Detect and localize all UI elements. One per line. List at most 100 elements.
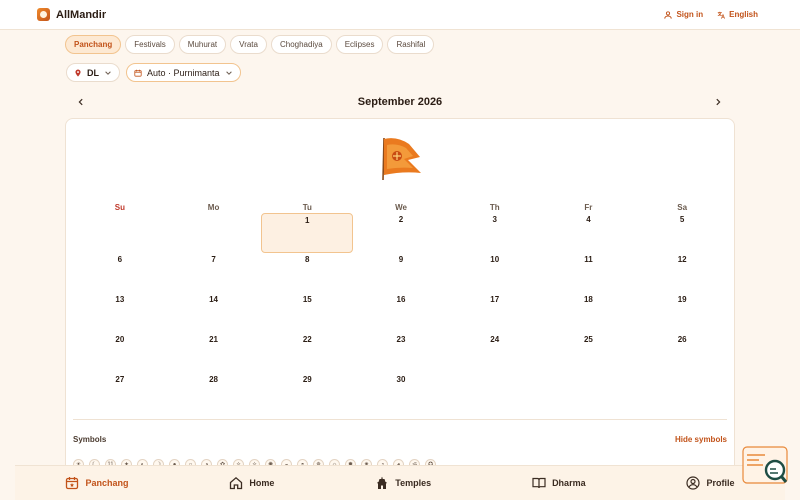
- day-number: 16: [396, 295, 406, 304]
- weekday-label: We: [395, 203, 407, 212]
- day-cell[interactable]: 13: [73, 293, 167, 333]
- day-cell[interactable]: 17: [448, 293, 542, 333]
- brand[interactable]: AllMandir: [37, 8, 106, 21]
- day-number: 11: [584, 255, 593, 264]
- day-cell[interactable]: 9: [354, 253, 448, 293]
- symbols-label: Symbols: [73, 435, 107, 444]
- day-cell[interactable]: 3: [448, 213, 542, 253]
- tab-festivals[interactable]: Festivals: [125, 35, 175, 54]
- profile-icon: [686, 476, 701, 490]
- day-number: 19: [677, 295, 687, 304]
- day-cell[interactable]: 14: [167, 293, 261, 333]
- nav-dharma[interactable]: Dharma: [532, 476, 586, 490]
- chevron-down-icon: [105, 70, 111, 75]
- tab-eclipses[interactable]: Eclipses: [335, 35, 384, 54]
- day-cell[interactable]: 21: [167, 333, 261, 373]
- calendar-grid: 1 2 3 4 5 6 7 8 9 10 11 12 13 14 15 16 17 18 19 20 21 22 23 24 2…: [73, 213, 729, 413]
- day-cell[interactable]: 11: [542, 253, 636, 293]
- translate-icon: [717, 11, 726, 19]
- day-number: 30: [396, 375, 406, 384]
- weekday-label: Su: [114, 203, 125, 212]
- signin-label: Sign in: [676, 10, 704, 19]
- hide-symbols-button[interactable]: Hide symbols: [675, 435, 727, 444]
- location-select[interactable]: DL: [66, 63, 120, 82]
- calendar-star-icon: [66, 477, 79, 490]
- user-icon: [664, 10, 673, 19]
- day-cell[interactable]: 15: [260, 293, 354, 333]
- day-cell[interactable]: 7: [167, 253, 261, 293]
- day-cell[interactable]: 29: [260, 373, 354, 413]
- bottom-nav: Panchang Home Temples Dharma Profile: [15, 465, 785, 500]
- saffron-flag-icon: [379, 135, 425, 183]
- day-cell[interactable]: 28: [167, 373, 261, 413]
- day-number: 26: [677, 335, 687, 344]
- day-number: 12: [677, 255, 687, 264]
- day-number: 17: [490, 295, 500, 304]
- day-cell[interactable]: 30: [354, 373, 448, 413]
- search-help-icon: [742, 446, 788, 484]
- divider: [73, 419, 727, 420]
- day-cell[interactable]: 23: [354, 333, 448, 373]
- tab-panchang[interactable]: Panchang: [65, 35, 122, 54]
- day-cell[interactable]: 27: [73, 373, 167, 413]
- day-number: 28: [209, 375, 219, 384]
- calendar-mode-value: Auto · Purnimanta: [147, 67, 220, 78]
- day-number: 6: [117, 255, 123, 264]
- nav-temples[interactable]: Temples: [375, 476, 431, 490]
- day-number: 27: [115, 375, 125, 384]
- tab-vrata[interactable]: Vrata: [230, 35, 267, 54]
- day-cell[interactable]: 18: [542, 293, 636, 333]
- day-cell[interactable]: 8: [260, 253, 354, 293]
- language-label: English: [729, 10, 758, 19]
- location-value: DL: [87, 67, 99, 78]
- map-pin-icon: [75, 68, 81, 77]
- day-number: 29: [302, 375, 312, 384]
- day-cell[interactable]: 19: [635, 293, 729, 333]
- help-search-widget[interactable]: [742, 446, 788, 488]
- signin-link[interactable]: Sign in: [664, 10, 703, 19]
- day-cell[interactable]: 12: [635, 253, 729, 293]
- day-cell[interactable]: 20: [73, 333, 167, 373]
- day-number: 5: [679, 215, 685, 224]
- weekday-label: Th: [489, 203, 500, 212]
- day-cell[interactable]: 25: [542, 333, 636, 373]
- tab-rashifal[interactable]: Rashifal: [387, 35, 435, 54]
- weekday-header: Su Mo Tu We Th Fr Sa: [73, 203, 729, 212]
- day-cell[interactable]: 16: [354, 293, 448, 333]
- nav-panchang[interactable]: Panchang: [65, 476, 128, 490]
- day-cell[interactable]: 26: [635, 333, 729, 373]
- day-cell[interactable]: 6: [73, 253, 167, 293]
- nav-home[interactable]: Home: [229, 476, 274, 490]
- nav-profile[interactable]: Profile: [686, 476, 735, 490]
- day-cell[interactable]: 5: [635, 213, 729, 253]
- empty-cell: [73, 213, 167, 253]
- next-month-button[interactable]: [711, 95, 725, 109]
- day-number: 7: [211, 255, 216, 264]
- day-number: 24: [490, 335, 500, 344]
- tab-muhurat[interactable]: Muhurat: [178, 35, 227, 54]
- chevron-right-icon: [716, 98, 721, 106]
- day-number: 2: [398, 215, 404, 224]
- nav-temples-label: Temples: [395, 478, 432, 488]
- book-icon: [532, 477, 546, 489]
- day-cell[interactable]: 22: [260, 333, 354, 373]
- brand-logo-icon: [37, 8, 50, 21]
- day-number: 22: [302, 335, 312, 344]
- day-number: 9: [398, 255, 404, 264]
- day-cell[interactable]: 24: [448, 333, 542, 373]
- day-number: 14: [209, 295, 219, 304]
- nav-home-label: Home: [249, 478, 275, 488]
- day-number: 15: [302, 295, 312, 304]
- month-title: September 2026: [357, 96, 443, 108]
- day-cell[interactable]: 2: [354, 213, 448, 253]
- calendar-icon: [134, 69, 142, 77]
- calendar-card: Su Mo Tu We Th Fr Sa 1 2 3 4 5 6 7 8 9 10 11 12 13 14 15 16 17…: [65, 118, 735, 478]
- calendar-mode-select[interactable]: Auto · Purnimanta: [126, 63, 241, 82]
- day-cell[interactable]: 4: [542, 213, 636, 253]
- day-cell[interactable]: 1: [261, 213, 354, 253]
- day-number: 13: [115, 295, 125, 304]
- nav-profile-label: Profile: [706, 478, 735, 488]
- tab-choghadiya[interactable]: Choghadiya: [270, 35, 332, 54]
- day-cell[interactable]: 10: [448, 253, 542, 293]
- language-link[interactable]: English: [717, 10, 758, 19]
